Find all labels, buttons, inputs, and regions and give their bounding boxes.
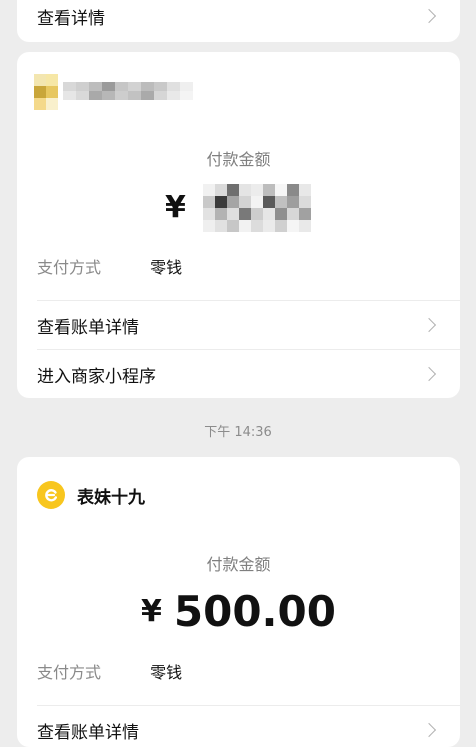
payment-card-1: 付款金额 ¥ 支付方式 零钱 查看账单详情 进入商家小程序 <box>17 52 460 398</box>
currency-symbol: ¥ <box>165 189 186 225</box>
amount-obscured <box>203 184 311 232</box>
amount-display: ¥ 500.00 <box>17 585 460 637</box>
merchant-header: 表妹十九 <box>37 481 145 509</box>
amount-label: 付款金额 <box>206 150 271 169</box>
enter-merchant-mini-program-label: 进入商家小程序 <box>37 366 156 387</box>
view-bill-details-row[interactable]: 查看账单详情 <box>37 301 440 349</box>
amount-value: 500.00 <box>173 586 336 636</box>
view-details-row[interactable]: 查看详情 <box>37 0 440 36</box>
payment-method-row: 支付方式 零钱 <box>37 254 182 278</box>
chevron-right-icon <box>421 317 437 333</box>
payment-method-value: 零钱 <box>150 663 183 682</box>
view-details-label: 查看详情 <box>37 8 105 29</box>
payment-method-row: 支付方式 零钱 <box>37 659 182 683</box>
merchant-name-obscured <box>63 82 193 100</box>
currency-symbol: ¥ <box>141 593 162 629</box>
merchant-name: 表妹十九 <box>77 487 145 508</box>
payment-card-2: 表妹十九 付款金额 ¥ 500.00 支付方式 零钱 查看账单详情 <box>17 457 460 747</box>
view-bill-details-label: 查看账单详情 <box>37 722 139 743</box>
view-bill-details-row[interactable]: 查看账单详情 <box>37 706 440 747</box>
amount-display: ¥ <box>165 182 202 232</box>
chevron-right-icon <box>421 8 437 24</box>
chevron-right-icon <box>421 366 437 382</box>
merchant-logo-icon <box>37 481 65 509</box>
payment-method-value: 零钱 <box>150 258 183 277</box>
previous-payment-card: 查看详情 <box>17 0 460 42</box>
merchant-logo-obscured <box>34 74 58 110</box>
message-timestamp: 下午 14:36 <box>204 425 272 440</box>
enter-merchant-mini-program-row[interactable]: 进入商家小程序 <box>37 350 440 398</box>
payment-method-key: 支付方式 <box>37 258 102 277</box>
view-bill-details-label: 查看账单详情 <box>37 317 139 338</box>
amount-label: 付款金额 <box>206 555 271 574</box>
payment-method-key: 支付方式 <box>37 663 102 682</box>
chevron-right-icon <box>421 722 437 738</box>
